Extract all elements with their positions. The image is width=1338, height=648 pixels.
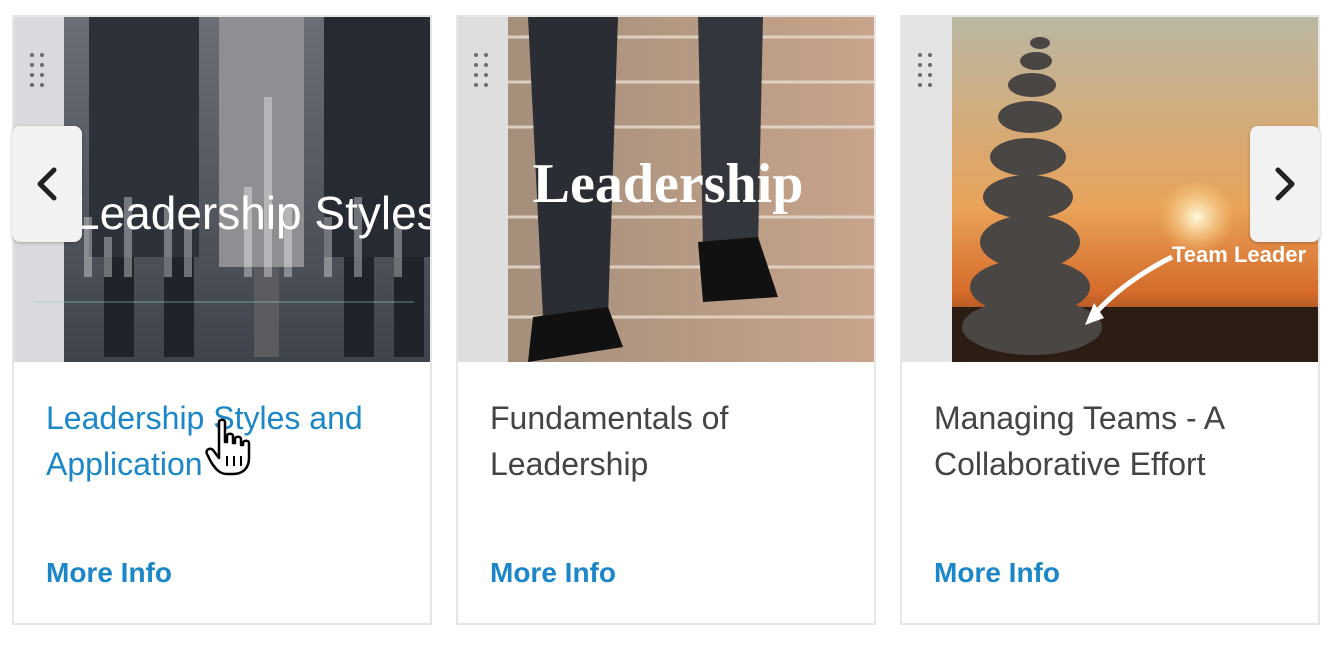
course-card[interactable]: Team Leader Managing Teams - A Collabora…: [900, 15, 1320, 625]
course-title[interactable]: Managing Teams - A Collaborative Effort: [934, 395, 1284, 487]
drag-handle-icon[interactable]: [30, 53, 48, 93]
drag-handle-icon[interactable]: [474, 53, 492, 93]
course-thumbnail[interactable]: Leadership: [458, 17, 874, 362]
more-info-link[interactable]: More Info: [490, 557, 616, 589]
course-card[interactable]: Leadership Styles Leadership Styles and …: [12, 15, 432, 625]
more-info-link[interactable]: More Info: [46, 557, 172, 589]
course-title[interactable]: Fundamentals of Leadership: [490, 395, 840, 487]
svg-text:Team Leader: Team Leader: [1172, 242, 1307, 267]
carousel-next-button[interactable]: [1250, 126, 1320, 242]
course-title[interactable]: Leadership Styles and Application: [46, 395, 396, 487]
course-card[interactable]: Leadership Fundamentals of Leadership Mo…: [456, 15, 876, 625]
chevron-left-icon: [37, 167, 57, 201]
leadership-stairs-image: Leadership: [458, 17, 874, 362]
drag-handle-icon[interactable]: [918, 53, 936, 93]
svg-text:Leadership: Leadership: [533, 153, 804, 215]
course-carousel: Leadership Styles Leadership Styles and …: [0, 0, 1338, 648]
more-info-link[interactable]: More Info: [934, 557, 1060, 589]
svg-text:Leadership Styles: Leadership Styles: [74, 187, 430, 239]
carousel-prev-button[interactable]: [12, 126, 82, 242]
chevron-right-icon: [1275, 167, 1295, 201]
